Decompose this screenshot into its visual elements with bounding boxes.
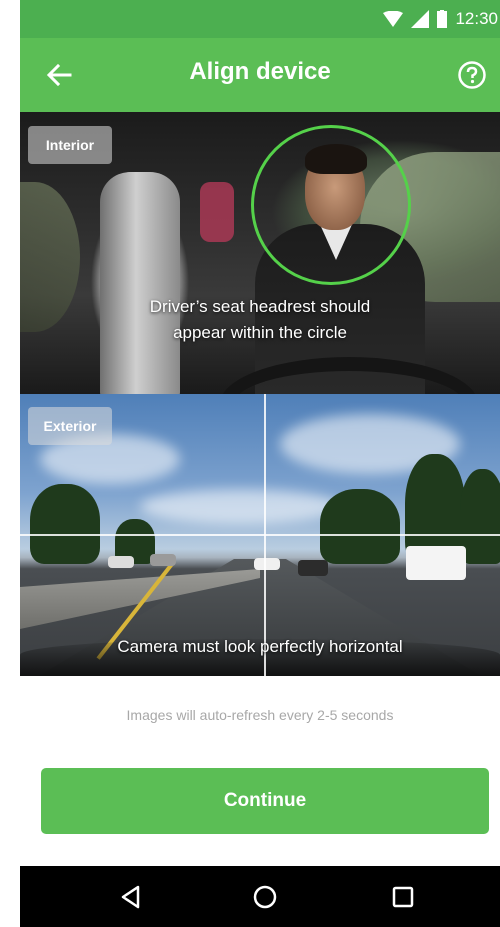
battery-icon	[437, 10, 448, 28]
page-title: Align device	[189, 58, 331, 85]
interior-caption-line2: appear within the circle	[173, 323, 347, 342]
app-bar: Align device	[20, 38, 500, 112]
signal-icon	[411, 10, 430, 28]
interior-caption: Driver’s seat headrest should appear wit…	[20, 294, 500, 346]
passenger-seat	[100, 172, 180, 394]
car	[254, 558, 280, 570]
child-seat	[200, 182, 234, 242]
exterior-label: Exterior	[28, 407, 112, 445]
circle-home-icon[interactable]	[251, 883, 279, 911]
interior-label: Interior	[28, 126, 112, 164]
tree	[320, 489, 400, 564]
square-recents-icon[interactable]	[389, 883, 417, 911]
car	[108, 556, 134, 568]
triangle-back-icon[interactable]	[117, 883, 145, 911]
status-time: 12:30	[455, 9, 498, 28]
navigation-bar	[20, 866, 500, 927]
headrest-guide-circle	[251, 125, 411, 285]
tree	[30, 484, 100, 564]
horizontal-guide-line	[20, 534, 500, 536]
exterior-caption: Camera must look perfectly horizontal	[117, 637, 403, 656]
interior-camera-image: Interior Driver’s seat headrest should a…	[20, 112, 500, 394]
white-truck	[406, 546, 466, 580]
wifi-icon	[383, 11, 404, 27]
status-bar: 12:30	[20, 0, 500, 38]
phone-screen: 12:30 Align device Interior Driver’s sea…	[20, 0, 500, 927]
car	[150, 554, 176, 566]
refresh-note: Images will auto-refresh every 2-5 secon…	[126, 707, 394, 723]
status-icons: 12:30	[383, 0, 500, 38]
continue-button[interactable]: Continue	[41, 768, 489, 834]
tree	[460, 469, 500, 564]
car	[298, 560, 328, 576]
cloud	[140, 489, 340, 524]
interior-caption-line1: Driver’s seat headrest should	[149, 297, 371, 316]
exterior-camera-image: Exterior Camera must look perfectly hori…	[20, 394, 500, 676]
help-circle-icon[interactable]	[456, 59, 488, 91]
